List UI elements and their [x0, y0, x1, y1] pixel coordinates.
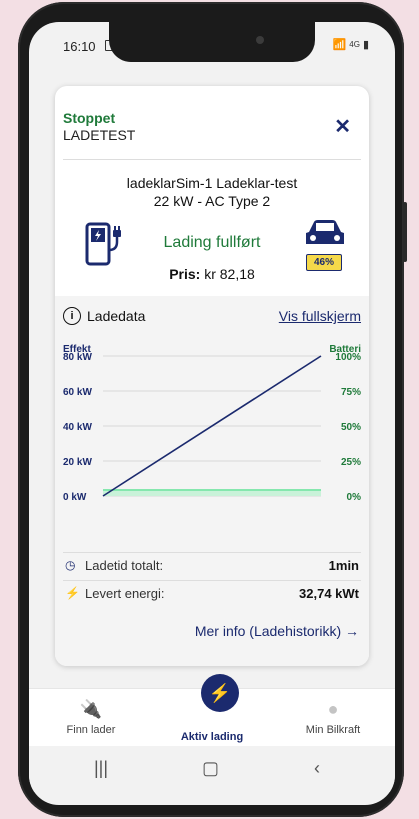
- battery-tick-label: 75%: [341, 387, 361, 398]
- nav-label: Aktiv lading: [180, 731, 244, 743]
- power-tick-label: 60 kW: [63, 387, 92, 398]
- screen: 16:10 📶 4G ▮ Stoppet LADETEST ✕ ladeklar…: [29, 22, 395, 805]
- power-tick-label: 40 kW: [63, 422, 92, 433]
- home-icon[interactable]: ▢: [202, 758, 219, 779]
- wifi-icon: 📶: [332, 39, 347, 51]
- session-status: Stoppet: [63, 110, 116, 126]
- back-icon[interactable]: ‹: [314, 758, 320, 779]
- nav-label: Finn lader: [66, 724, 116, 736]
- price-label: Pris:: [169, 266, 201, 282]
- battery-tick-label: 100%: [335, 352, 361, 363]
- camera-notch: [109, 22, 315, 62]
- lightning-icon[interactable]: ⚡: [201, 674, 239, 712]
- charge-history-link[interactable]: Mer info (Ladehistorikk) →: [195, 623, 359, 639]
- plug-icon: ⚡: [65, 586, 80, 600]
- stat-value: 1min: [328, 558, 359, 573]
- divider: [63, 580, 361, 581]
- plug-icon: 🔌: [79, 699, 103, 719]
- battery-tick-label: 25%: [341, 457, 361, 468]
- power-tick-label: 0 kW: [63, 492, 87, 503]
- battery-tick-label: 0%: [347, 492, 362, 503]
- close-icon[interactable]: ✕: [334, 114, 351, 139]
- power-tick-label: 20 kW: [63, 457, 92, 468]
- nav-label: Min Bilkraft: [305, 724, 361, 736]
- charging-card: Stoppet LADETEST ✕ ladeklarSim-1 Ladekla…: [55, 86, 369, 666]
- status-bar: 16:10 📶 4G ▮: [29, 22, 395, 66]
- battery-icon: ▮: [362, 39, 369, 51]
- charger-type: 22 kW - AC Type 2: [153, 193, 271, 209]
- price-value: kr 82,18: [204, 266, 255, 282]
- network-label: 4G: [349, 40, 360, 49]
- camera-icon: [256, 36, 264, 44]
- charge-data-panel: i Ladedata Vis fullskjerm Effekt Batteri…: [55, 296, 369, 666]
- status-time: 16:10: [63, 39, 96, 54]
- charger-name: ladeklarSim-1 Ladeklar-test: [126, 175, 298, 191]
- power-tick-label: 80 kW: [63, 352, 92, 363]
- system-nav-bar: ||| ▢ ‹: [29, 746, 395, 792]
- recent-apps-icon[interactable]: |||: [94, 758, 108, 779]
- stat-label: Ladetid totalt:: [85, 558, 164, 573]
- status-icons: 📶 4G ▮: [333, 38, 369, 51]
- person-icon: ●: [327, 699, 339, 719]
- volume-button: [403, 202, 407, 262]
- charge-data-title: Ladedata: [87, 308, 146, 324]
- battery-tick-label: 50%: [341, 422, 361, 433]
- nav-my-account[interactable]: ● Min Bilkraft: [273, 689, 393, 736]
- nav-find-charger[interactable]: 🔌 Finn lader: [31, 689, 151, 736]
- charge-chart: 80 kW 100% 60 kW 75% 40 kW 50% 20 kW 25% 0 kW 0%: [63, 352, 362, 503]
- divider: [63, 159, 361, 160]
- stat-label: Levert energi:: [85, 586, 165, 601]
- clock-icon: ◷: [65, 558, 76, 572]
- info-icon: i: [63, 307, 81, 325]
- price: Pris: kr 82,18: [55, 266, 369, 282]
- fullscreen-link[interactable]: Vis fullskjerm: [279, 308, 361, 324]
- session-name: LADETEST: [63, 127, 136, 143]
- car-icon: [306, 220, 344, 244]
- divider: [63, 552, 361, 553]
- stat-value: 32,74 kWt: [299, 586, 359, 601]
